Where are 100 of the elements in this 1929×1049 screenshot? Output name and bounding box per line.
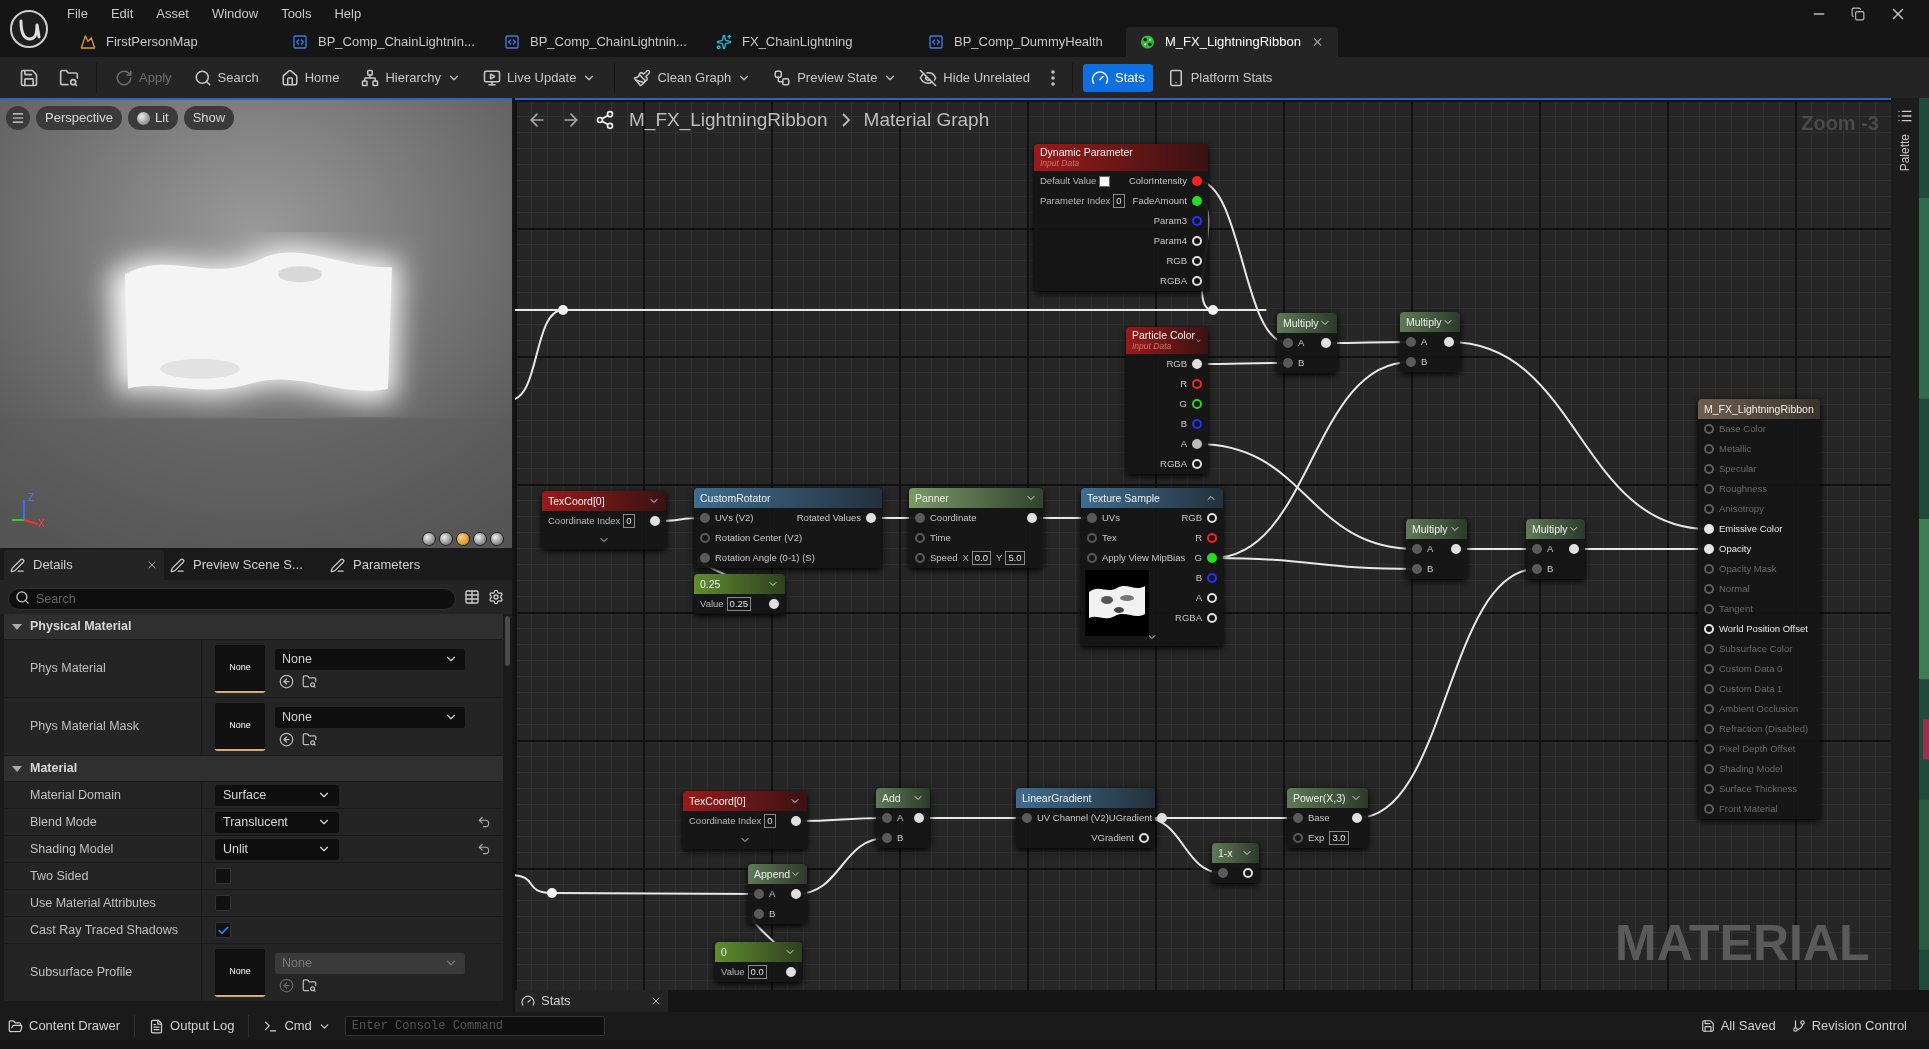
graph-node[interactable]: TexCoord[0] Coordinate Index 0	[683, 791, 807, 849]
console-field[interactable]: Enter Console Command	[344, 1016, 605, 1036]
input-pin[interactable]	[1412, 564, 1422, 574]
select-field[interactable]: Translucent	[215, 811, 339, 833]
settings-icon[interactable]	[488, 589, 504, 605]
checkbox[interactable]	[215, 922, 231, 938]
palette-tab[interactable]: Palette	[1896, 134, 1914, 172]
value-field[interactable]: 0.25	[726, 597, 752, 611]
panel-tab[interactable]: Preview Scene S...	[164, 550, 324, 580]
input-pin[interactable]	[1087, 533, 1097, 543]
toggle-button[interactable]: Stats	[1083, 63, 1153, 92]
graph-node[interactable]: 1-x	[1212, 843, 1259, 883]
use-selected-icon[interactable]	[279, 673, 294, 689]
menu-item[interactable]: Window	[211, 3, 259, 24]
input-pin[interactable]	[1087, 553, 1097, 563]
graph-node[interactable]: 0.25 Value 0.25	[694, 574, 785, 614]
collapse-icon[interactable]	[12, 621, 22, 632]
panel-tab[interactable]: Stats	[515, 990, 668, 1012]
restore-icon[interactable]	[1851, 6, 1865, 21]
toolbar-button[interactable]: Search	[185, 62, 267, 93]
status-button[interactable]: All Saved	[1700, 1016, 1776, 1036]
input-pin[interactable]	[915, 533, 925, 543]
graph-node[interactable]: Append A B	[748, 864, 807, 924]
select-field[interactable]: Unlit	[215, 838, 339, 860]
input-pin[interactable]	[1532, 544, 1542, 554]
graph-node[interactable]: Particle Color Input Data RGB R G B A RGBA	[1126, 327, 1208, 474]
breadcrumb-link[interactable]: M_FX_LightningRibbon	[629, 106, 828, 135]
checkbox[interactable]	[215, 895, 231, 911]
input-pin[interactable]	[754, 889, 764, 899]
input-pin[interactable]	[1406, 357, 1416, 367]
value-field[interactable]: 0	[623, 514, 635, 528]
editor-tab[interactable]: FX_ChainLightning	[702, 27, 914, 57]
toolbar-dropdown[interactable]: Preview State	[765, 62, 906, 93]
input-pin[interactable]	[882, 813, 892, 823]
editor-tab[interactable]: M_FX_LightningRibbon	[1126, 27, 1338, 57]
graph-node[interactable]: Multiply A B	[1526, 519, 1585, 579]
toggle-button[interactable]: Platform Stats	[1158, 63, 1281, 92]
input-pin[interactable]	[1218, 868, 1228, 878]
select-field[interactable]: Surface	[215, 784, 339, 806]
value-field[interactable]: 0.0	[971, 551, 992, 565]
editor-tab[interactable]: BP_Comp_DummyHealth	[914, 27, 1126, 57]
graph-node[interactable]: CustomRotator UVs (V2) Rotated Values Rotation Center (V2) Rotation Angle (0-1) (S)	[694, 488, 882, 568]
input-pin[interactable]	[754, 909, 764, 919]
output-pin[interactable]	[1192, 196, 1202, 206]
menu-item[interactable]: Help	[334, 3, 362, 24]
value-field[interactable]: 0.0	[747, 965, 767, 979]
scrollbar[interactable]	[505, 616, 510, 666]
menu-item[interactable]: Asset	[156, 3, 189, 24]
toolbar-button[interactable]: Home	[272, 62, 348, 93]
status-dropdown[interactable]: Cmd	[263, 1016, 331, 1036]
palette-menu-icon[interactable]	[1897, 108, 1913, 124]
reroute-node[interactable]	[547, 888, 557, 898]
input-pin[interactable]	[1406, 337, 1416, 347]
toolbar-dropdown[interactable]: Hierarchy	[353, 62, 470, 93]
panel-tab[interactable]: Details	[4, 550, 164, 580]
status-button[interactable]: Revision Control	[1791, 1016, 1907, 1036]
input-pin[interactable]	[1293, 833, 1303, 843]
input-pin[interactable]	[1022, 813, 1032, 823]
panel-tab[interactable]: Parameters	[324, 550, 484, 580]
app-logo[interactable]	[9, 8, 49, 49]
graph-node[interactable]: Multiply A B	[1400, 312, 1460, 372]
value-field[interactable]: 0	[764, 814, 776, 828]
graph-node[interactable]: Multiply A B	[1406, 519, 1467, 579]
menu-item[interactable]: File	[67, 3, 88, 24]
table-icon[interactable]	[464, 589, 480, 605]
input-pin[interactable]	[1293, 813, 1303, 823]
input-pin[interactable]	[1283, 358, 1293, 368]
asset-dropdown[interactable]: None	[275, 648, 465, 670]
viewport-button[interactable]: Perspective	[36, 106, 122, 130]
input-pin[interactable]	[700, 533, 710, 543]
browse-icon[interactable]	[302, 977, 317, 993]
input-pin[interactable]	[700, 513, 710, 523]
checkbox[interactable]	[215, 868, 231, 884]
graph-node[interactable]: Power(X,3) Base Exp 3.0	[1287, 788, 1368, 848]
value-field[interactable]: 3.0	[1329, 831, 1349, 845]
editor-tab[interactable]: BP_Comp_ChainLightnin...	[490, 27, 702, 57]
editor-tab[interactable]: BP_Comp_ChainLightnin...	[278, 27, 490, 57]
output-pin[interactable]	[1192, 439, 1202, 449]
value-field[interactable]: 5.0	[1005, 551, 1025, 565]
graph-node[interactable]: 0 Value 0.0	[715, 942, 802, 982]
search-field[interactable]: Search	[8, 588, 456, 610]
input-pin[interactable]	[882, 833, 892, 843]
input-pin[interactable]	[915, 513, 925, 523]
toolbar-button[interactable]: Hide Unrelated	[911, 62, 1039, 93]
toolbar-dropdown[interactable]: Clean Graph	[625, 62, 760, 93]
graph-node[interactable]: TexCoord[0] Coordinate Index 0	[542, 491, 666, 549]
graph-node[interactable]: Panner Coordinate Time Speed X 0.0 Y 5.0	[909, 488, 1043, 568]
graph-node[interactable]: Multiply A B	[1277, 313, 1337, 373]
menu-item[interactable]: Tools	[281, 3, 312, 24]
status-button[interactable]: Output Log	[149, 1016, 235, 1036]
reroute-node[interactable]	[558, 305, 568, 315]
graph-node[interactable]: Texture Sample UVs RGB Tex R Apply View MipBias G B A RGBA	[1081, 488, 1223, 646]
close-icon[interactable]	[146, 559, 158, 571]
menu-item[interactable]: Edit	[110, 3, 134, 24]
output-pin[interactable]	[1192, 399, 1202, 409]
viewport-button[interactable]: Lit	[127, 106, 178, 130]
use-selected-icon[interactable]	[279, 731, 294, 747]
output-pin[interactable]	[1207, 553, 1217, 563]
collapse-icon[interactable]	[12, 763, 22, 774]
graph-node[interactable]: Dynamic Parameter Input Data Default Value ColorIntensity Parameter Index 0 FadeAmount Param3 Param4 RGB RGBA	[1034, 144, 1208, 291]
